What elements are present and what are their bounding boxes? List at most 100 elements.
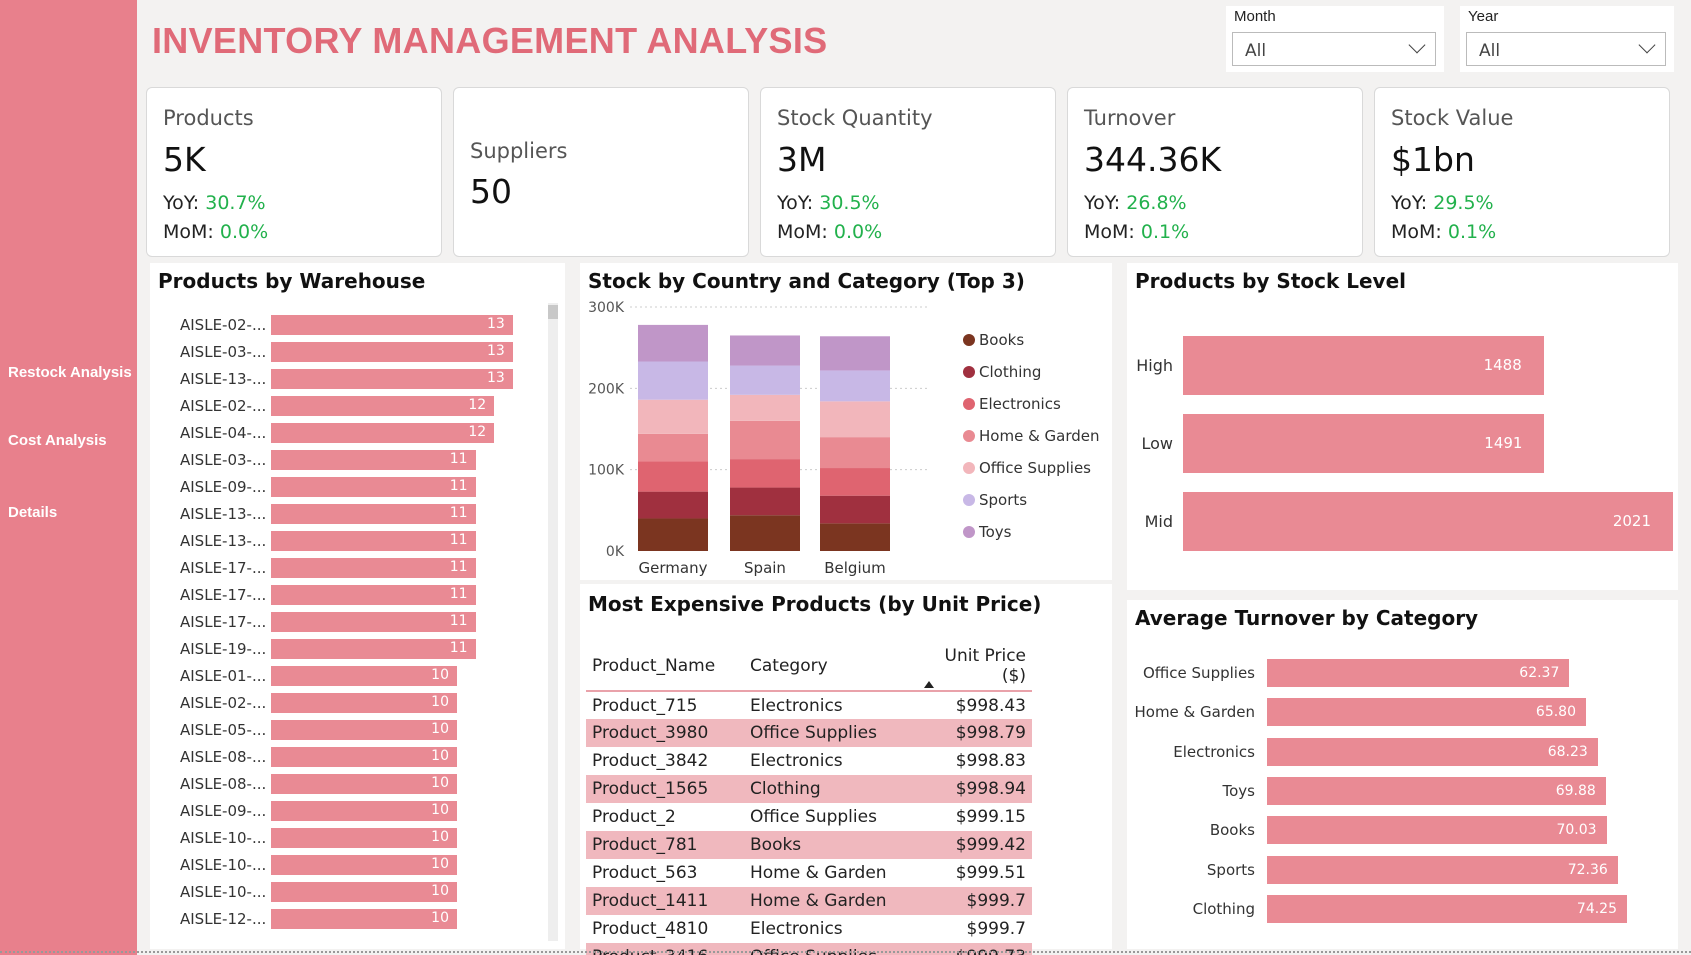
warehouse-category-label: AISLE-17-... [180,613,267,631]
category-cell: Home & Garden [750,863,887,883]
table-row[interactable]: Product_1565 Clothing $998.94 [586,775,1032,803]
kpi-yoy: YoY: 30.7% [163,192,266,214]
stack-segment-toys [820,336,890,371]
product-name-cell: Product_1411 [586,887,744,915]
table-row[interactable]: Product_4810 Electronics $999.7 [586,915,1032,943]
stack-segment-electronics [820,468,890,496]
unit-price-cell: $999.73 [914,943,1032,955]
warehouse-panel: Products by Warehouse AISLE-02-... 13 AISL… [150,263,565,949]
month-slicer: Month All [1226,6,1444,72]
nav-restock-analysis[interactable]: Restock Analysis [8,364,132,381]
stack-segment-home-garden [730,420,800,460]
category-cell: Office Supplies [750,807,877,827]
stock-level-category-label: High [1136,356,1173,375]
product-name-cell: Product_3980 [586,719,744,747]
stack-segment-office-supplies [730,394,800,421]
warehouse-category-label: AISLE-10-... [180,883,267,901]
stack-segment-electronics [730,459,800,488]
unit-price-cell: $998.83 [955,751,1026,771]
kpi-yoy: YoY: 30.5% [777,192,880,214]
warehouse-bar-value: 10 [431,802,449,818]
unit-price-label: Unit Price ($) [944,646,1026,686]
month-dropdown[interactable]: All [1232,32,1436,66]
page-title: INVENTORY MANAGEMENT ANALYSIS [152,20,828,61]
warehouse-bar-value: 11 [449,640,468,656]
table-row[interactable]: Product_3980 Office Supplies $998.79 [586,719,1032,747]
warehouse-bar-value: 10 [431,856,449,872]
scrollbar-thumb[interactable] [548,305,558,319]
category-cell: Electronics [750,695,843,716]
legend-marker [963,462,975,474]
y-tick-label: 200K [588,381,625,397]
warehouse-bar-value: 12 [468,397,487,413]
expensive-panel: Most Expensive Products (by Unit Price) … [580,584,1112,955]
stack-segment-office-supplies [638,399,708,434]
table-row[interactable]: Product_2 Office Supplies $999.15 [586,803,1032,831]
stack-segment-toys [730,335,800,366]
month-value: All [1245,41,1267,61]
table-row[interactable]: Product_1411 Home & Garden $999.7 [586,887,1032,915]
category-cell: Electronics [750,751,843,771]
warehouse-category-label: AISLE-03-... [180,451,267,469]
unit-price-cell: $999.7 [966,919,1026,939]
table-row[interactable]: Product_3416Office Supplies$999.73 [586,943,1032,955]
turnover-bar-value: 72.36 [1567,861,1608,878]
kpi-value: 344.36K [1084,140,1222,179]
kpi-yoy: YoY: 29.5% [1391,192,1494,214]
warehouse-bar-value: 10 [431,775,449,791]
x-category-label: Spain [744,559,786,577]
legend-label: Home & Garden [979,427,1100,445]
turnover-category-label: Sports [1206,860,1255,879]
turnover-bar-value: 70.03 [1556,822,1597,839]
stock-level-panel: Products by Stock Level High 1488 Low 1491 M… [1127,263,1678,590]
table-row[interactable]: Product_715 Electronics $998.43 [586,691,1032,719]
warehouse-category-label: AISLE-12-... [180,910,267,928]
stock-country-chart: 0K 100K 200K 300K Germany Spain Belgium Books Cl… [588,300,1100,577]
warehouse-category-label: AISLE-09-... [180,802,267,820]
kpi-card-turnover: Turnover 344.36K YoY: 26.8% MoM: 0.1% [1067,87,1363,257]
column-header-unit-price[interactable]: Unit Price ($) [914,642,1032,692]
stack-segment-home-garden [638,433,708,462]
warehouse-category-label: AISLE-02-... [180,694,267,712]
legend-marker [963,366,975,378]
warehouse-scrollbar[interactable] [548,303,558,941]
warehouse-bar-value: 10 [431,667,449,683]
chevron-down-icon [1408,36,1426,54]
warehouse-category-label: AISLE-05-... [180,721,267,739]
product-name-cell: Product_715 [592,695,698,716]
column-header-category[interactable]: Category [744,642,914,692]
nav-cost-analysis[interactable]: Cost Analysis [8,432,107,449]
year-label: Year [1468,8,1499,25]
warehouse-category-label: AISLE-08-... [180,748,267,766]
stack-segment-clothing [820,495,890,524]
warehouse-bar-value: 11 [449,586,468,602]
kpi-card-products: Products 5K YoY: 30.7% MoM: 0.0% [146,87,442,257]
stack-segment-sports [730,365,800,395]
expensive-table: Product_Name Category Unit Price ($) Pro… [586,642,1032,955]
y-tick-label: 300K [588,300,625,316]
warehouse-bar-value: 11 [449,505,468,521]
nav-details[interactable]: Details [8,504,57,521]
unit-price-cell: $999.51 [955,863,1026,883]
warehouse-category-label: AISLE-13-... [180,370,267,388]
turnover-category-label: Home & Garden [1134,703,1255,722]
stack-segment-books [638,518,708,551]
warehouse-category-label: AISLE-17-... [180,559,267,577]
table-row[interactable]: Product_781 Books $999.42 [586,831,1032,859]
stack-segment-electronics [638,461,708,492]
legend-marker [963,430,975,442]
turnover-bar-value: 65.80 [1535,704,1577,721]
turnover-category-title: Average Turnover by Category [1135,606,1479,630]
legend-label: Clothing [979,363,1041,381]
legend-marker [963,334,975,346]
product-name-cell: Product_3416 [586,943,744,955]
column-header-product-name[interactable]: Product_Name [586,642,744,692]
year-dropdown[interactable]: All [1466,32,1666,66]
warehouse-category-label: AISLE-09-... [180,478,267,496]
product-name-cell: Product_563 [592,863,698,883]
unit-price-cell: $999.15 [955,807,1026,827]
warehouse-bar-value: 13 [486,316,505,332]
table-row[interactable]: Product_563 Home & Garden $999.51 [586,859,1032,887]
stack-segment-home-garden [820,437,890,469]
table-row[interactable]: Product_3842 Electronics $998.83 [586,747,1032,775]
